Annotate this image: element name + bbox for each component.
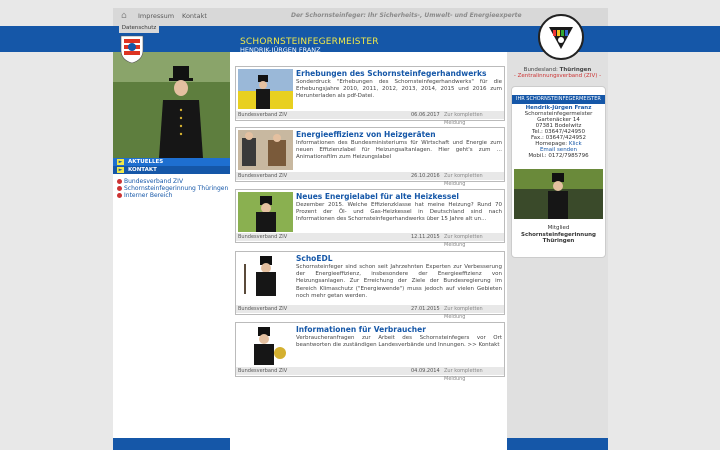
sidebar-link[interactable]: Interner Bereich (117, 192, 232, 199)
sidebar-link[interactable]: Schornsteinfegerinnung Thüringen (117, 185, 232, 192)
article-more-link[interactable]: Zur kompletten Meldung (444, 172, 504, 188)
article-text: Schornsteinfeger sind schon seit Jahrzeh… (296, 264, 502, 299)
article-title[interactable]: Neues Energielabel für alte Heizkessel (296, 192, 459, 201)
coat-of-arms-icon (119, 34, 145, 64)
article-image (238, 325, 293, 365)
datenschutz-tab[interactable]: Datenschutz (119, 24, 159, 33)
left-column-footer (113, 438, 230, 450)
article-source: Bundesverband ZIV (238, 112, 288, 118)
article-source: Bundesverband ZIV (238, 368, 288, 374)
sidebar-kontakt[interactable]: ► KONTAKT (113, 166, 230, 174)
article-source: Bundesverband ZIV (238, 306, 288, 312)
article-date: 06.06.2017 (411, 112, 440, 118)
news-article: Informationen für Verbraucher Verbrauche… (235, 322, 505, 382)
sidebar-aktuelles[interactable]: ► AKTUELLES (113, 158, 230, 166)
article-more-link[interactable]: Zur kompletten Meldung (444, 367, 504, 383)
zentralverband-link[interactable]: - Zentralinnungsverband (ZIV) - (507, 73, 608, 79)
article-image (238, 254, 293, 296)
article-footer: Bundesverband ZIV 06.06.2017 Zur komplet… (236, 111, 504, 126)
header-band-left (0, 26, 113, 52)
arrow-icon: ► (117, 167, 124, 173)
article-image (238, 130, 293, 170)
home-icon[interactable]: ⌂ (121, 11, 131, 21)
contact-card: IHR SCHORNSTEINFEGERMEISTER Hendrik-Jürg… (511, 86, 606, 258)
contact-card-header: IHR SCHORNSTEINFEGERMEISTER (512, 95, 605, 104)
news-article: Energieeffizienz von Heizgeräten Informa… (235, 127, 505, 187)
article-text: Dezember 2015. Welche Effizienzklasse ha… (296, 202, 502, 223)
article-title[interactable]: SchoEDL (296, 254, 332, 263)
article-title[interactable]: Energieeffizienz von Heizgeräten (296, 130, 436, 139)
impressum-link[interactable]: Impressum (138, 12, 174, 20)
news-article: Neues Energielabel für alte Heizkessel D… (235, 189, 505, 248)
right-background (608, 52, 720, 450)
news-article: SchoEDL Schornsteinfeger sind schon seit… (235, 251, 505, 320)
article-date: 04.09.2014 (411, 368, 440, 374)
article-footer: Bundesverband ZIV 04.09.2014 Zur komplet… (236, 367, 504, 382)
article-more-link[interactable]: Zur kompletten Meldung (444, 233, 504, 249)
innung-name: Schornsteinfegerinnung Thüringen (521, 232, 596, 244)
member-photo (514, 169, 603, 219)
top-navigation: ⌂ Impressum Kontakt Der Schornsteinfeger… (113, 8, 608, 26)
left-column-links-area (113, 174, 230, 438)
right-column-footer (507, 438, 608, 450)
bullet-icon (117, 193, 122, 198)
article-title[interactable]: Informationen für Verbraucher (296, 325, 426, 334)
article-image (238, 69, 293, 109)
bullet-icon (117, 186, 122, 191)
page-subtitle: HENDRIK-JÜRGEN FRANZ (240, 46, 321, 54)
article-text: Informationen des Bundesministeriums für… (296, 140, 502, 161)
article-date: 26.10.2016 (411, 173, 440, 179)
guild-logo-icon (538, 14, 584, 60)
sidebar-aktuelles-label: AKTUELLES (128, 159, 164, 165)
news-article: Erhebungen des Schornsteinfegerhandwerks… (235, 66, 505, 126)
article-text: Sonderdruck "Erhebungen des Schornsteinf… (296, 79, 502, 100)
article-title[interactable]: Erhebungen des Schornsteinfegerhandwerks (296, 69, 486, 78)
article-image (238, 192, 293, 232)
chimney-sweep-photo (113, 52, 230, 158)
header-band-right (608, 26, 720, 52)
article-text: Verbraucheranfragen zur Arbeit des Schor… (296, 335, 502, 349)
sidebar-kontakt-label: KONTAKT (128, 167, 157, 173)
article-more-link[interactable]: Zur kompletten Meldung (444, 305, 504, 321)
kontakt-link[interactable]: Kontakt (182, 12, 207, 20)
article-date: 12.11.2015 (411, 234, 440, 240)
sidebar-link[interactable]: Bundesverband ZIV (117, 178, 232, 185)
article-source: Bundesverband ZIV (238, 173, 288, 179)
article-date: 27.01.2015 (411, 306, 440, 312)
article-source: Bundesverband ZIV (238, 234, 288, 240)
sidebar-links: Bundesverband ZIV Schornsteinfegerinnung… (117, 178, 232, 199)
article-footer: Bundesverband ZIV 12.11.2015 Zur komplet… (236, 233, 504, 248)
member-label: Mitglied (547, 225, 570, 231)
article-footer: Bundesverband ZIV 26.10.2016 Zur komplet… (236, 172, 504, 187)
arrow-icon: ► (117, 159, 124, 165)
article-footer: Bundesverband ZIV 27.01.2015 Zur komplet… (236, 305, 504, 320)
bullet-icon (117, 179, 122, 184)
contact-mobil: Mobil.: 0172/7985796 (528, 153, 589, 159)
article-more-link[interactable]: Zur kompletten Meldung (444, 111, 504, 127)
